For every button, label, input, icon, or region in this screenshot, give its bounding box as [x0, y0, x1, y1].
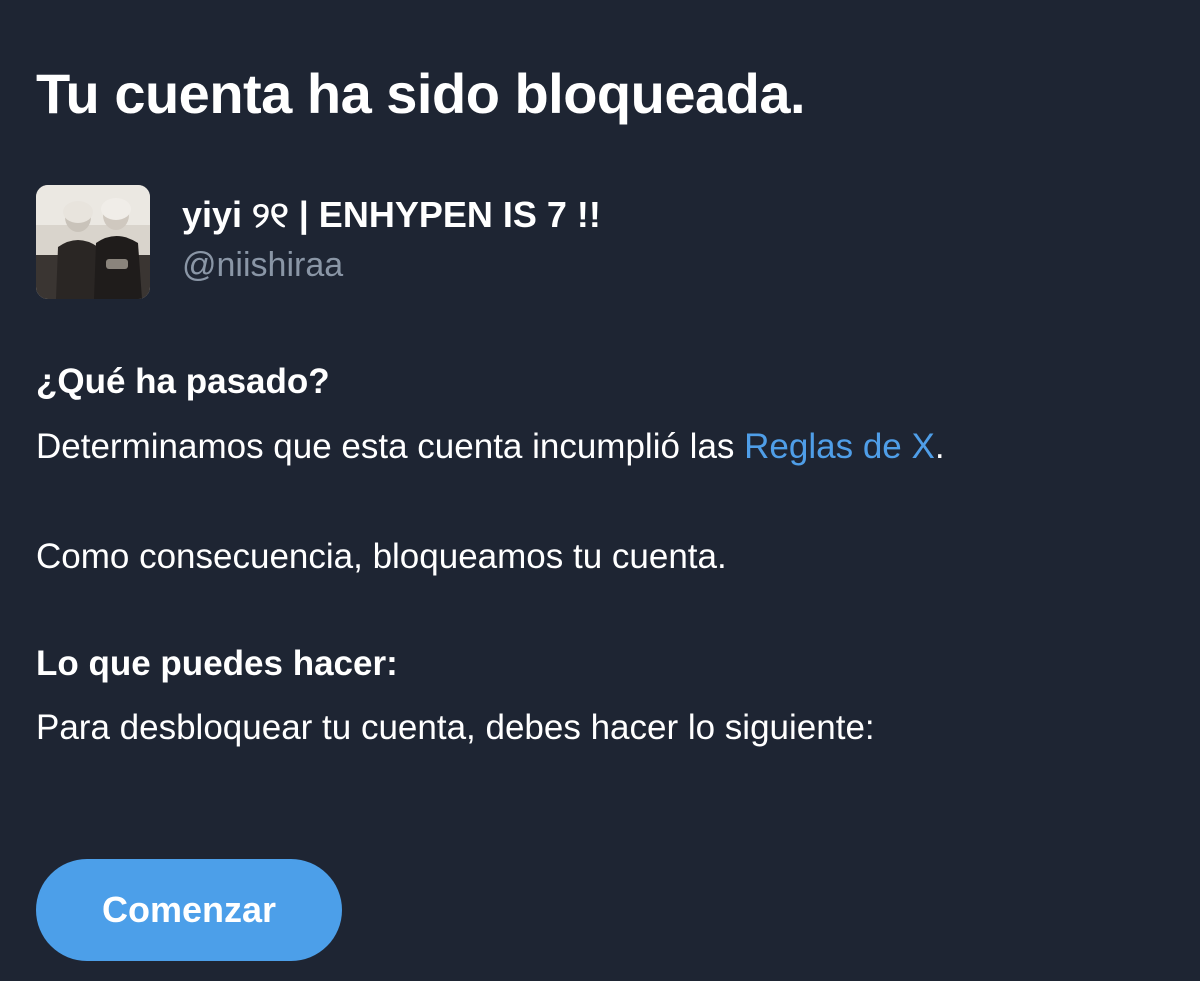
unlock-instructions: Para desbloquear tu cuenta, debes hacer … [36, 708, 875, 747]
account-profile: yiyi ୨୧ | ENHYPEN IS 7 !! @niishiraa [36, 185, 601, 299]
violation-text: Determinamos que esta cuenta incumplió l… [36, 427, 745, 466]
page-title: Tu cuenta ha sido bloqueada. [36, 62, 806, 125]
consequence-message: Como consecuencia, bloqueamos tu cuenta. [36, 537, 727, 576]
avatar [36, 185, 150, 299]
what-happened-heading: ¿Qué ha pasado? [36, 362, 330, 401]
violation-text-end: . [934, 427, 945, 466]
start-button[interactable]: Comenzar [36, 859, 342, 961]
account-names: yiyi ୨୧ | ENHYPEN IS 7 !! @niishiraa [182, 193, 601, 287]
what-you-can-do-heading: Lo que puedes hacer: [36, 644, 398, 683]
violation-message: Determinamos que esta cuenta incumplió l… [36, 425, 945, 469]
account-display-name: yiyi ୨୧ | ENHYPEN IS 7 !! [182, 194, 601, 235]
rules-link[interactable]: Reglas de X [744, 427, 935, 466]
suspended-account-screen: Tu cuenta ha sido bloqueada. yiyi ୨୧ | E… [0, 0, 1200, 981]
account-handle: @niishiraa [182, 246, 344, 284]
avatar-photo [36, 185, 150, 299]
